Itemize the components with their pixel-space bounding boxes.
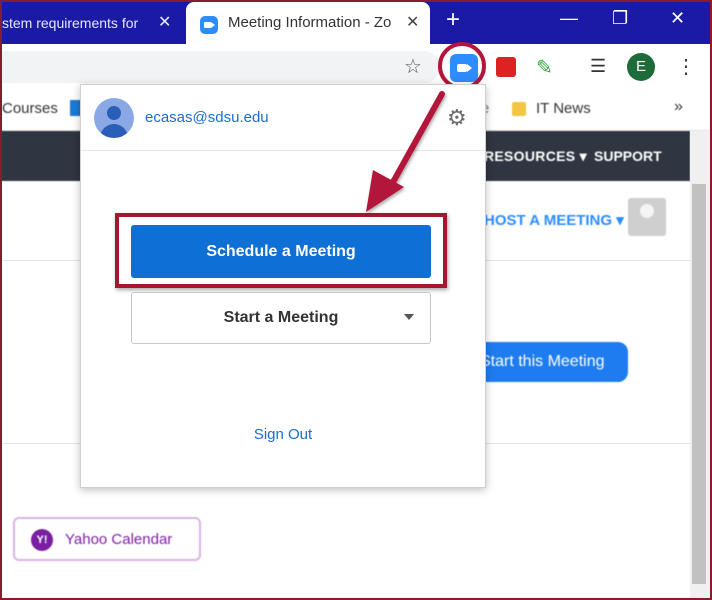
kebab-menu-icon[interactable]: ⋮: [676, 54, 696, 79]
tab-title: stem requirements for: [2, 15, 139, 31]
host-meeting-menu[interactable]: HOST A MEETING ▾: [484, 211, 624, 229]
profile-avatar[interactable]: E: [627, 53, 655, 81]
sign-out-link[interactable]: Sign Out: [81, 426, 485, 443]
tab-system-requirements[interactable]: stem requirements for ✕: [0, 4, 186, 44]
divider: [81, 150, 485, 151]
start-this-meeting-button[interactable]: Start this Meeting: [476, 342, 628, 382]
tab-meeting-information[interactable]: Meeting Information - Zo ✕: [186, 2, 430, 44]
extension-icon[interactable]: [496, 57, 516, 77]
yahoo-calendar-button[interactable]: Y! Yahoo Calendar: [13, 517, 201, 561]
yahoo-calendar-label: Yahoo Calendar: [65, 531, 173, 548]
start-meeting-button[interactable]: Start a Meeting: [131, 292, 431, 344]
nav-support[interactable]: SUPPORT: [594, 148, 662, 164]
scrollbar-thumb[interactable]: [692, 184, 706, 584]
folder-icon: [512, 102, 526, 116]
address-bar[interactable]: [0, 51, 440, 83]
zoom-favicon-icon: [200, 16, 218, 34]
bookmarks-overflow[interactable]: »: [674, 98, 683, 116]
new-tab-button[interactable]: +: [446, 6, 460, 34]
media-control-icon[interactable]: ☰: [590, 56, 606, 77]
avatar-icon: [94, 98, 134, 138]
close-icon[interactable]: ✕: [158, 12, 171, 32]
start-meeting-label: Start a Meeting: [223, 309, 339, 326]
star-icon[interactable]: ☆: [404, 54, 422, 79]
account-email: ecasas@sdsu.edu: [145, 109, 269, 126]
tab-title: Meeting Information - Zo: [228, 14, 392, 31]
minimize-button[interactable]: —: [560, 8, 578, 29]
bookmark-it-news[interactable]: IT News: [536, 100, 591, 117]
annotation-circle: [438, 42, 486, 90]
yahoo-icon: Y!: [31, 529, 53, 551]
zoom-extension-popup: ecasas@sdsu.edu ⚙ Schedule a Meeting Sta…: [80, 84, 486, 488]
close-window-button[interactable]: ✕: [670, 8, 685, 29]
gear-icon[interactable]: ⚙: [447, 105, 467, 131]
close-icon[interactable]: ✕: [406, 12, 419, 32]
tab-strip: stem requirements for ✕ Meeting Informat…: [0, 0, 712, 44]
avatar-head: [107, 106, 121, 120]
avatar-icon[interactable]: [628, 198, 666, 236]
avatar-body: [100, 124, 128, 138]
annotation-highlight-box: [115, 213, 447, 288]
chevron-down-icon[interactable]: [404, 314, 414, 320]
nav-resources[interactable]: RESOURCES ▾: [484, 148, 587, 165]
restore-button[interactable]: ❐: [612, 8, 628, 29]
eyedropper-icon[interactable]: ✎: [536, 55, 553, 80]
bookmark-courses[interactable]: Courses: [2, 100, 58, 117]
